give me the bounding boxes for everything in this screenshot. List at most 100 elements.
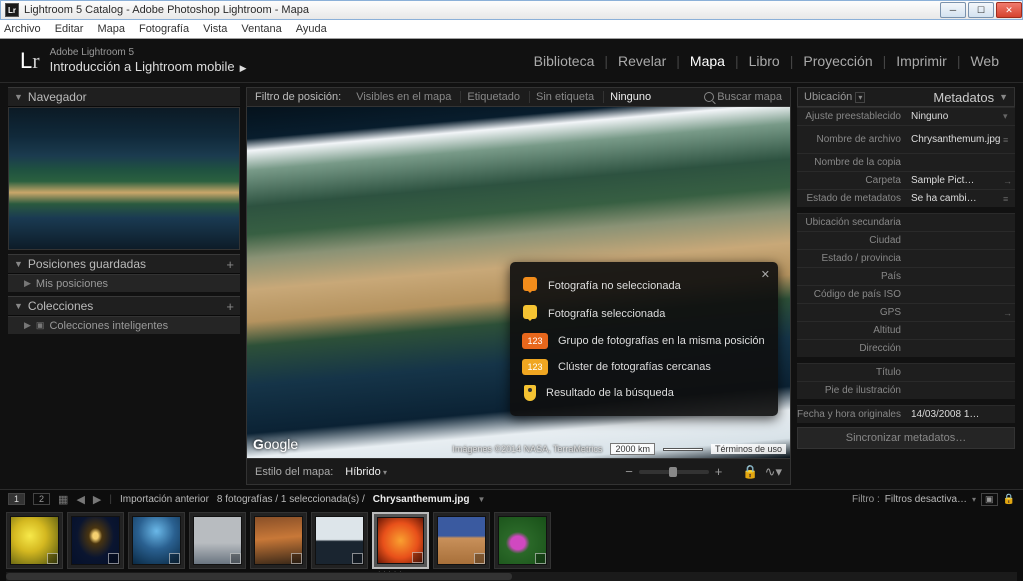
dropdown-icon[interactable]: ▾ — [972, 495, 976, 504]
menu-vista[interactable]: Vista — [203, 23, 227, 35]
minimize-button[interactable]: ─ — [940, 2, 966, 18]
forward-icon[interactable]: ▶ — [93, 493, 101, 506]
maximize-button[interactable]: ☐ — [968, 2, 994, 18]
chevron-right-icon: ▶ — [24, 278, 31, 289]
meta-date-value[interactable]: 14/03/2008 1… — [907, 409, 1015, 420]
meta-direction-label: Dirección — [797, 343, 907, 354]
thumbnail-selected[interactable]: ★★★★★ — [372, 512, 429, 569]
logo: Lr — [20, 48, 40, 74]
add-icon[interactable]: + — [226, 299, 234, 314]
map-canvas[interactable]: GGoogleoogle Imágenes ©2014 NASA, TerraM… — [246, 107, 791, 459]
collections-header[interactable]: ▼Colecciones+ — [8, 296, 240, 316]
module-proyeccion[interactable]: Proyección — [799, 51, 876, 71]
navigator-header[interactable]: ▼Navegador — [8, 87, 240, 107]
module-picker: Biblioteca| Revelar| Mapa| Libro| Proyec… — [530, 51, 1003, 71]
saved-locations-label: Posiciones guardadas — [28, 257, 146, 271]
thumbnail[interactable]: ★★★★★ — [494, 512, 551, 569]
window-titlebar: Lr Lightroom 5 Catalog - Adobe Photoshop… — [0, 0, 1023, 20]
group-icon: 123 — [522, 333, 548, 349]
thumbnail[interactable]: ★★★★★ — [128, 512, 185, 569]
module-biblioteca[interactable]: Biblioteca — [530, 51, 599, 71]
monitor-2-button[interactable]: 2 — [33, 493, 50, 505]
module-libro[interactable]: Libro — [745, 51, 784, 71]
filmstrip: 1 2 ▦ ◀ ▶ | Importación anterior 8 fotog… — [0, 489, 1023, 581]
meta-city-label: Ciudad — [797, 235, 907, 246]
search-result-pin-icon — [524, 385, 536, 401]
app-header: Lr Adobe Lightroom 5 Introducción a Ligh… — [0, 39, 1023, 83]
map-terms-link[interactable]: Términos de uso — [711, 444, 786, 454]
menu-ventana[interactable]: Ventana — [241, 23, 281, 35]
filmstrip-filter-dropdown[interactable]: Filtros desactiva… — [885, 494, 967, 505]
meta-filename-value[interactable]: Chrysanthemum.jpg — [907, 134, 1003, 145]
identity-arrow-icon[interactable]: ▶ — [240, 63, 247, 73]
menu-archivo[interactable]: Archivo — [4, 23, 41, 35]
resolve-icon[interactable]: ≡ — [1003, 194, 1015, 204]
filter-none[interactable]: Ninguno — [603, 91, 657, 103]
menu-fotografia[interactable]: Fotografía — [139, 23, 189, 35]
saved-locations-header[interactable]: ▼ Posiciones guardadas + — [8, 254, 240, 274]
dropdown-icon[interactable]: ▼ — [477, 495, 485, 504]
filter-untagged[interactable]: Sin etiqueta — [529, 91, 600, 103]
legend-close-icon[interactable]: ✕ — [761, 268, 770, 281]
tracklog-icon[interactable]: ∿▾ — [765, 464, 782, 480]
goto-icon[interactable]: → — [1003, 176, 1015, 186]
goto-icon[interactable]: ≡ — [1003, 135, 1015, 145]
thumbnail[interactable]: ★★★ — [433, 512, 490, 569]
map-style-dropdown[interactable]: Híbrido — [345, 466, 387, 478]
filter-options-icon[interactable]: ▣ — [981, 493, 998, 506]
zoom-slider[interactable] — [639, 470, 709, 474]
thumbnail[interactable]: ★★★★★ — [67, 512, 124, 569]
source-label[interactable]: Importación anterior — [120, 494, 209, 505]
center-panel: Filtro de posición: Visibles en el mapa … — [246, 87, 791, 485]
sync-metadata-button[interactable]: Sincronizar metadatos… — [797, 427, 1015, 449]
meta-copyname-label: Nombre de la copia — [797, 157, 907, 168]
navigator-label: Navegador — [28, 90, 87, 104]
thumbnail[interactable]: ★★★★★ — [311, 512, 368, 569]
metadata-set-dropdown[interactable]: Ubicación — [804, 91, 852, 103]
filmstrip-scrollbar[interactable] — [6, 572, 1017, 581]
back-icon[interactable]: ◀ — [76, 493, 84, 506]
grid-icon[interactable]: ▦ — [58, 493, 68, 506]
menu-mapa[interactable]: Mapa — [97, 23, 125, 35]
meta-state-label: Estado de metadatos — [797, 193, 907, 204]
add-icon[interactable]: + — [226, 257, 234, 272]
menu-ayuda[interactable]: Ayuda — [296, 23, 327, 35]
thumbnail[interactable]: ★★★★★ — [250, 512, 307, 569]
close-button[interactable]: ✕ — [996, 2, 1022, 18]
module-mapa[interactable]: Mapa — [686, 51, 729, 71]
search-icon — [704, 92, 714, 102]
metadata-header[interactable]: Ubicación▾ Metadatos ▼ — [797, 87, 1015, 107]
module-imprimir[interactable]: Imprimir — [892, 51, 951, 71]
module-web[interactable]: Web — [966, 51, 1003, 71]
goto-icon[interactable]: → — [1003, 308, 1015, 318]
meta-sublocation-label: Ubicación secundaria — [797, 217, 907, 228]
filter-lock-icon[interactable]: 🔒 — [1003, 494, 1015, 505]
pin-selected-icon — [522, 305, 538, 323]
filter-visible[interactable]: Visibles en el mapa — [350, 91, 457, 103]
zoom-in-button[interactable]: + — [715, 464, 723, 479]
meta-gps-label: GPS — [797, 307, 907, 318]
thumbnail-strip[interactable]: ★★★★★ ★★★★★ ★★★★★ ★★★★★ ★★★★★ ★★★★★ ★★★★… — [0, 509, 1023, 572]
monitor-1-button[interactable]: 1 — [8, 493, 25, 505]
saved-locations-item[interactable]: ▶Mis posiciones — [8, 274, 240, 292]
menu-editar[interactable]: Editar — [55, 23, 84, 35]
lock-icon[interactable]: 🔒 — [742, 464, 758, 480]
filter-label: Filtro de posición: — [255, 91, 341, 103]
module-revelar[interactable]: Revelar — [614, 51, 670, 71]
identity-line2[interactable]: Introducción a Lightroom mobile — [50, 59, 235, 74]
chevron-down-icon: ▼ — [14, 259, 23, 269]
selected-file-label[interactable]: Chrysanthemum.jpg — [373, 494, 470, 505]
collections-item[interactable]: ▶▣Colecciones inteligentes — [8, 316, 240, 334]
search-map-input[interactable]: Buscar mapa — [717, 91, 782, 103]
thumbnail[interactable]: ★★★★★ — [6, 512, 63, 569]
navigator-map[interactable] — [8, 107, 240, 250]
pin-unselected-icon — [522, 277, 538, 295]
thumbnail[interactable]: ★★★★★ — [189, 512, 246, 569]
meta-folder-value[interactable]: Sample Pict… — [907, 175, 1003, 186]
zoom-out-button[interactable]: − — [625, 464, 633, 479]
meta-state-value[interactable]: Se ha cambi… — [907, 193, 1003, 204]
dropdown-icon[interactable]: ▾ — [1003, 111, 1015, 122]
dropdown-icon[interactable]: ▾ — [855, 92, 865, 103]
filter-tagged[interactable]: Etiquetado — [460, 91, 526, 103]
meta-preset-value[interactable]: Ninguno — [907, 111, 1003, 122]
